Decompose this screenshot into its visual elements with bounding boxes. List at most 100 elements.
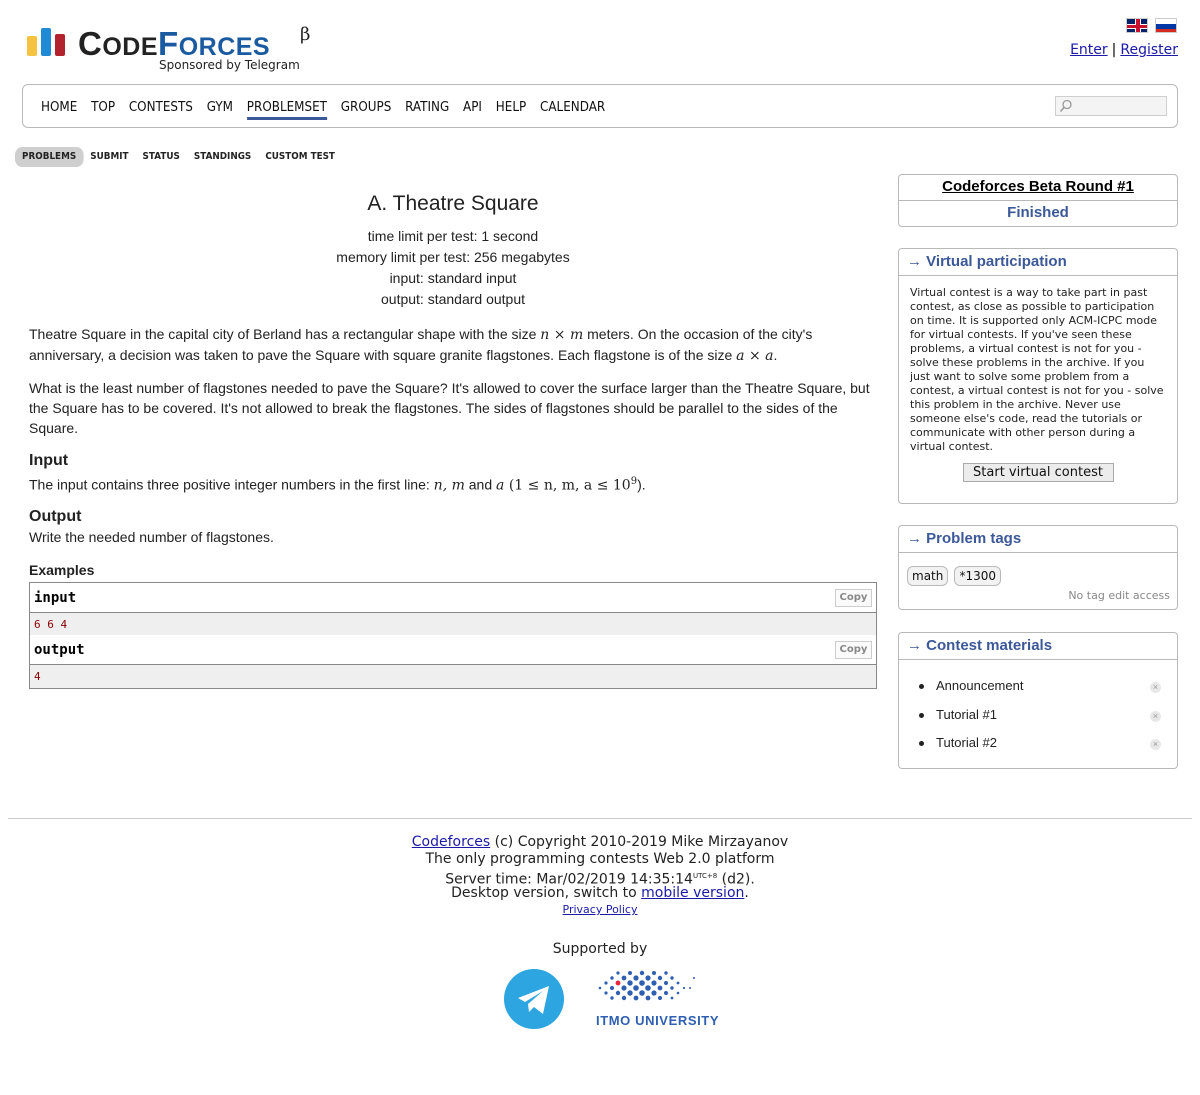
menu-groups[interactable]: GROUPS <box>341 100 392 115</box>
footer-divider <box>8 818 1192 819</box>
enter-link[interactable]: Enter <box>1070 42 1108 58</box>
virtual-participation-title[interactable]: → Virtual participation <box>899 249 1177 276</box>
input-section-title: Input <box>29 452 69 469</box>
english-flag-icon[interactable] <box>1126 18 1148 33</box>
bullet-icon <box>919 712 924 718</box>
search-input[interactable] <box>1055 96 1167 116</box>
time-limit: time limit per test: 1 second <box>367 228 539 244</box>
logo-beta: β <box>300 24 311 45</box>
bullet-icon <box>919 684 924 689</box>
statement-paragraph-1: Theatre Square in the capital city of Be… <box>29 324 869 366</box>
p1-text-a: Theatre Square in the capital city of Be… <box>29 326 541 342</box>
menu-gym[interactable]: GYM <box>207 100 233 115</box>
virtual-participation-box: → Virtual participation Virtual contest … <box>898 248 1178 504</box>
footer-privacy: Privacy Policy <box>300 901 900 918</box>
footer-copyright: Codeforces (c) Copyright 2010-2019 Mike … <box>300 834 900 851</box>
menu-top[interactable]: TOP <box>91 100 115 115</box>
menu-rating[interactable]: RATING <box>405 100 449 115</box>
problem-tags-title[interactable]: → Problem tags <box>899 526 1177 553</box>
privacy-policy-link[interactable]: Privacy Policy <box>563 903 638 916</box>
subtab-problems[interactable]: PROBLEMS <box>15 147 84 167</box>
round-name-link[interactable]: Codeforces Beta Round #1 <box>899 175 1177 201</box>
examples-title: Examples <box>29 562 95 578</box>
telegram-logo-icon[interactable] <box>503 968 565 1030</box>
start-virtual-contest-button[interactable]: Start virtual contest <box>962 463 1114 482</box>
copyright-text: (c) Copyright 2010-2019 Mike Mirzayanov <box>490 834 789 850</box>
footer-desktop: Desktop version, switch to mobile versio… <box>300 885 900 902</box>
main-menu: HOME TOP CONTESTS GYM PROBLEMSET GROUPS RATING… <box>22 84 1178 128</box>
material-announcement[interactable]: Announcement × <box>899 678 1177 707</box>
material-tutorial-1[interactable]: Tutorial #1 × <box>899 707 1177 736</box>
codeforces-logo-icon[interactable] <box>27 26 69 56</box>
sponsor-text: Sponsored by Telegram <box>159 58 300 72</box>
memory-limit: memory limit per test: 256 megabytes <box>336 249 570 265</box>
footer-tagline: The only programming contests Web 2.0 pl… <box>425 851 775 867</box>
mobile-version-link[interactable]: mobile version <box>641 885 744 901</box>
close-icon[interactable]: × <box>1150 682 1161 693</box>
menu-api[interactable]: API <box>463 100 482 115</box>
itmo-university-text: ITMO UNIVERSITY <box>596 1013 720 1028</box>
contest-materials-title[interactable]: → Contest materials <box>899 633 1177 660</box>
close-icon[interactable]: × <box>1150 739 1161 750</box>
example-output-label: output <box>34 642 85 658</box>
subtab-standings[interactable]: STANDINGS <box>187 147 258 167</box>
menu-contests[interactable]: CONTESTS <box>129 100 193 115</box>
p1-text-c: . <box>773 347 778 363</box>
subtab-status[interactable]: STATUS <box>136 147 187 167</box>
register-link[interactable]: Register <box>1120 42 1178 58</box>
subtab-submit[interactable]: SUBMIT <box>83 147 135 167</box>
bullet-icon <box>919 741 924 746</box>
output-type: output: standard output <box>381 291 525 307</box>
output-spec: Write the needed number of flagstones. <box>29 529 274 545</box>
example-input-label: input <box>34 590 77 606</box>
logo-forces: ORCES <box>178 33 271 61</box>
menu-calendar[interactable]: CALENDAR <box>540 100 605 115</box>
search-icon <box>1059 99 1072 113</box>
round-info-box: Codeforces Beta Round #1 Finished <box>898 174 1178 227</box>
logo-code: ODE <box>102 33 159 61</box>
auth-separator: | <box>1111 42 1117 58</box>
problem-tags-box: → Problem tags math *1300 No tag edit ac… <box>898 525 1178 610</box>
input-text-a: The input contains three positive intege… <box>29 476 434 493</box>
server-tz: UTC+8 <box>692 872 718 880</box>
problem-subtabs: PROBLEMS SUBMIT STATUS STANDINGS CUSTOM TEST <box>15 147 342 167</box>
input-math-3: (1 ≤ n, m, a ≤ 10 <box>504 477 631 494</box>
itmo-logo-icon[interactable] <box>590 966 700 1006</box>
material-label: Announcement <box>936 678 1024 693</box>
input-text-end: ). <box>637 476 646 493</box>
virtual-participation-text: Virtual contest is a way to take part in… <box>910 286 1164 453</box>
example-input-value: 6 6 4 <box>30 613 876 636</box>
tag-difficulty[interactable]: *1300 <box>954 566 1001 586</box>
p1-math-1: n × m <box>540 327 584 343</box>
p1-math-2: a × a <box>736 348 774 364</box>
copy-output-button[interactable]: Copy <box>835 641 872 659</box>
supported-by: Supported by <box>552 941 648 957</box>
menu-problemset[interactable]: PROBLEMSET <box>246 100 327 120</box>
subtab-custom-test[interactable]: CUSTOM TEST <box>258 147 342 167</box>
round-status: Finished <box>1007 204 1069 221</box>
desktop-dot: . <box>744 885 749 901</box>
codeforces-logo-text[interactable]: CODEFORCES <box>78 27 270 60</box>
input-spec: The input contains three positive intege… <box>29 472 869 496</box>
auth-links: Enter | Register <box>1040 42 1178 58</box>
contest-materials-box: → Contest materials Announcement × Tutori… <box>898 632 1178 769</box>
input-text-and: and <box>464 476 497 493</box>
russian-flag-icon[interactable] <box>1155 18 1177 33</box>
desktop-text: Desktop version, switch to <box>451 885 642 901</box>
example-output: output Copy 4 <box>29 635 877 689</box>
menu-home[interactable]: HOME <box>41 100 77 115</box>
input-math-1: n, m <box>433 477 465 494</box>
material-label: Tutorial #1 <box>936 706 997 722</box>
close-icon[interactable]: × <box>1150 710 1161 722</box>
problem-limits: time limit per test: 1 second memory lim… <box>28 226 878 310</box>
input-type: input: standard input <box>389 270 517 286</box>
codeforces-footer-link[interactable]: Codeforces <box>412 834 490 850</box>
tag-math[interactable]: math <box>907 566 949 586</box>
menu-help[interactable]: HELP <box>496 100 526 115</box>
example-output-value: 4 <box>30 665 876 688</box>
material-tutorial-2[interactable]: Tutorial #2 × <box>899 735 1177 764</box>
output-section-title: Output <box>29 508 82 525</box>
statement-paragraph-2: What is the least number of flagstones n… <box>29 380 870 436</box>
copy-input-button[interactable]: Copy <box>835 589 872 607</box>
example-input: input Copy 6 6 4 <box>29 582 877 637</box>
